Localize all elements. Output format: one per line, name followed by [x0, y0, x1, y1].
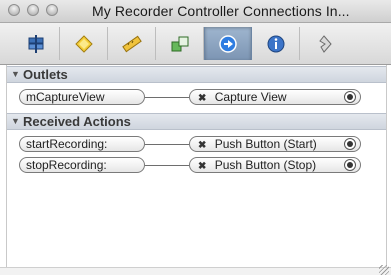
window-title: My Recorder Controller Connections In...	[92, 3, 350, 19]
effects-icon	[74, 34, 93, 53]
connections-inspector-window: My Recorder Controller Connections In...	[0, 0, 391, 275]
received-actions-section-header[interactable]: ▼ Received Actions	[7, 113, 386, 130]
connection-line	[145, 97, 189, 98]
close-window-button[interactable]	[8, 4, 20, 16]
action-name[interactable]: stopRecording:	[19, 157, 145, 173]
minimize-window-button[interactable]	[27, 4, 39, 16]
bindings-icon	[171, 36, 188, 51]
connections-icon	[219, 34, 237, 53]
size-ruler-icon	[121, 35, 142, 52]
action-row: startRecording: ✖ Push Button (Start)	[7, 133, 386, 155]
zoom-window-button[interactable]	[46, 4, 58, 16]
tab-connections[interactable]	[204, 27, 252, 60]
disconnect-x-icon[interactable]: ✖	[198, 140, 206, 151]
received-actions-header-label: Received Actions	[23, 114, 131, 129]
action-target[interactable]: ✖ Push Button (Start)	[189, 136, 361, 152]
applescript-icon	[319, 34, 332, 53]
tab-size[interactable]	[108, 27, 156, 60]
action-target[interactable]: ✖ Push Button (Stop)	[189, 157, 361, 173]
tab-attributes[interactable]	[12, 27, 60, 60]
identity-info-icon	[267, 35, 284, 52]
outlets-header-label: Outlets	[23, 67, 68, 82]
action-name[interactable]: startRecording:	[19, 136, 145, 152]
connections-list: ▼ Outlets mCaptureView ✖ Capture View ▼ …	[6, 65, 387, 267]
tab-applescript[interactable]	[300, 27, 348, 60]
outlet-target[interactable]: ✖ Capture View	[189, 89, 361, 105]
tab-identity[interactable]	[252, 27, 300, 60]
title-bar: My Recorder Controller Connections In...	[0, 0, 391, 23]
disclosure-triangle-icon[interactable]: ▼	[11, 116, 20, 126]
connection-dot-icon[interactable]	[344, 159, 356, 171]
disconnect-x-icon[interactable]: ✖	[198, 161, 206, 172]
attributes-icon	[28, 34, 43, 53]
connection-dot-icon[interactable]	[344, 91, 356, 103]
connection-line	[145, 144, 189, 145]
connection-line	[145, 165, 189, 166]
outlet-row: mCaptureView ✖ Capture View	[7, 86, 386, 108]
tab-effects[interactable]	[60, 27, 108, 60]
action-row: stopRecording: ✖ Push Button (Stop)	[7, 154, 386, 176]
tab-bindings[interactable]	[156, 27, 204, 60]
connection-dot-icon[interactable]	[344, 138, 356, 150]
resize-grip-icon[interactable]	[379, 265, 389, 275]
window-bottom-bar	[0, 265, 391, 275]
disconnect-x-icon[interactable]: ✖	[198, 93, 206, 104]
inspector-toolbar	[0, 23, 391, 65]
outlets-section-header[interactable]: ▼ Outlets	[7, 66, 386, 83]
outlet-name[interactable]: mCaptureView	[19, 89, 145, 105]
disclosure-triangle-icon[interactable]: ▼	[11, 69, 20, 79]
